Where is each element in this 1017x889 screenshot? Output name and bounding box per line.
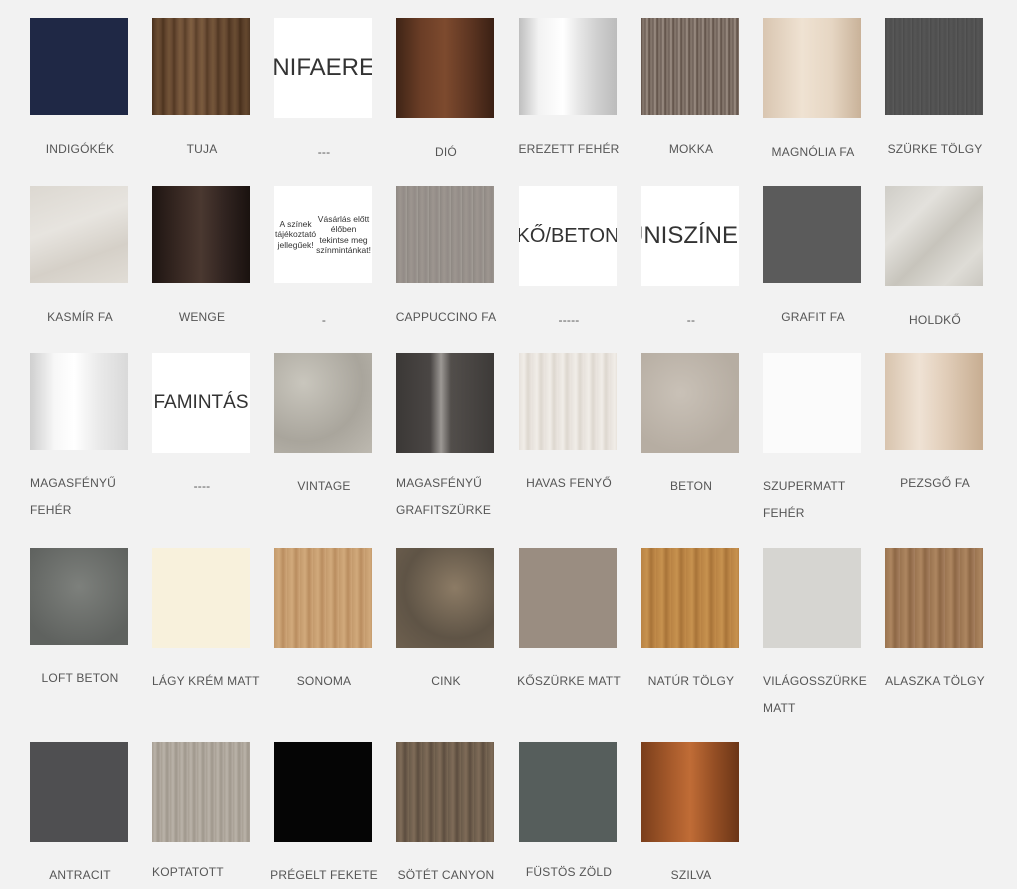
color-disclaimer-text: A színek tájékoztató jellegűek! Vásárlás … [274,186,372,283]
swatch-label: LOFT BETON [41,671,119,685]
swatch-label: KOPTATOTT [152,865,224,879]
swatch-tile-havas-fenyo[interactable] [519,353,617,450]
swatch-label: FÜSTÖS ZÖLD [525,865,613,879]
swatch-tile-antracit[interactable] [30,742,128,842]
swatch-tile-erezett-feher[interactable] [519,18,617,115]
swatch-label: SZUPERMATT FEHÉR [763,479,846,520]
swatch-tile-szilva[interactable] [641,742,739,842]
swatch-label: CAPPUCCINO FA [395,310,497,324]
swatch-text-line: UNI [274,53,297,81]
swatch-label: HAVAS FENYŐ [526,476,612,490]
swatch-tile-notice[interactable]: A színek tájékoztató jellegűek! Vásárlás … [274,186,372,283]
swatch-tile-magnolia-fa[interactable] [763,18,861,118]
swatch-label: LÁGY KRÉM MATT [152,674,260,688]
swatch-label: SONOMA [296,674,352,688]
disclaimer-line: Vásárlás előtt élőben tekintse meg színm… [316,214,371,255]
swatch-label: DIÓ [435,145,457,159]
swatch-tile-kasmir-fa[interactable] [30,186,128,283]
swatch-label: EREZETT FEHÉR [518,142,620,156]
swatch-tile-holdko[interactable] [885,186,983,286]
swatch-label: MAGASFÉNYŰ FEHÉR [30,476,117,517]
swatch-tile-pregelt-fekete[interactable] [274,742,372,842]
swatch-tile-szurke-tolgy[interactable] [885,18,983,115]
swatch-label: SZÜRKE TÖLGY [887,142,983,156]
swatch-label: KASMÍR FA [47,310,113,324]
swatch-label: ----- [558,313,580,327]
swatch-text: KŐ/BETON [519,186,617,286]
swatch-label: TUJA [186,142,218,156]
swatch-tile-tuja[interactable] [152,18,250,115]
swatch-label: ANTRACIT [49,868,111,882]
swatch-label: WENGE [178,310,226,324]
swatch-tile-natur-tolgy[interactable] [641,548,739,648]
swatch-tile-alaszka-tolgy[interactable] [885,548,983,648]
swatch-tile-dio[interactable] [396,18,494,118]
swatch-tile-cink[interactable] [396,548,494,648]
swatch-label: BETON [669,479,713,493]
swatch-label: MAGNÓLIA FA [771,145,855,159]
swatch-text-line: FAMINTÁS [153,391,249,413]
swatch-label: -- [686,313,696,327]
swatch-tile-uni-faeres[interactable]: UNIFAERES [274,18,372,118]
swatch-tile-lagy-krem-matt[interactable] [152,548,250,648]
swatch-text-line: UNI [641,221,668,249]
swatch-label: SÖTÉT CANYON [397,868,495,882]
swatch-label: --- [317,145,331,159]
swatch-tile-grafit-fa[interactable] [763,186,861,283]
swatch-label: GRAFIT FA [781,310,845,324]
swatch-tile-ko-beton[interactable]: KŐ/BETON [519,186,617,286]
swatch-label: SZILVA [670,868,712,882]
swatch-tile-szupermatt-feher[interactable] [763,353,861,453]
swatch-tile-uni-szinek[interactable]: UNISZÍNEK [641,186,739,286]
swatch-tile-magasfenyu-feher[interactable] [30,353,128,450]
swatch-label: NATÚR TÖLGY [647,674,735,688]
swatch-tile-fustos-zold[interactable] [519,742,617,842]
swatch-text-line: FAERES [296,53,372,81]
swatch-label: HOLDKŐ [909,313,961,327]
swatch-label: CINK [431,674,461,688]
swatch-tile-wenge[interactable] [152,186,250,283]
swatch-tile-beton[interactable] [641,353,739,453]
swatch-tile-cappuccino-fa[interactable] [396,186,494,283]
swatch-label: PRÉGELT FEKETE [270,868,378,882]
swatch-tile-loft-beton[interactable] [30,548,128,645]
swatch-text: UNIFAERES [274,18,372,118]
swatch-text: FAMINTÁS [152,353,250,453]
disclaimer-line: A színek tájékoztató jellegűek! [275,219,317,250]
swatch-label: MAGASFÉNYŰ GRAFITSZÜRKE [396,476,492,517]
swatch-label: MOKKA [668,142,714,156]
swatch-tile-sotet-canyon[interactable] [396,742,494,842]
swatch-tile-sonoma[interactable] [274,548,372,648]
swatch-tile-vilagosszurke-matt[interactable] [763,548,861,648]
swatch-label: PEZSGŐ FA [900,476,970,490]
swatch-label: ALASZKA TÖLGY [885,674,985,688]
swatch-label: ---- [193,479,211,493]
swatch-tile-pezsgo-fa[interactable] [885,353,983,450]
swatch-label: VINTAGE [297,479,351,493]
swatch-label: - [321,313,327,327]
swatch-label: INDIGÓKÉK [45,142,115,156]
swatch-label: KŐSZÜRKE MATT [517,674,621,688]
swatch-tile-vintage[interactable] [274,353,372,453]
swatch-tile-magasfenyu-grafitszurke[interactable] [396,353,494,453]
swatch-label: VILÁGOSSZÜRKE MATT [763,674,867,715]
swatch-tile-indigokek[interactable] [30,18,128,115]
swatch-tile-mokka[interactable] [641,18,739,115]
swatch-text-line: KŐ/BETON [519,225,617,247]
swatch-tile-koptatott[interactable] [152,742,250,842]
swatch-tile-famintas[interactable]: FAMINTÁS [152,353,250,453]
swatch-tile-koszurke-matt[interactable] [519,548,617,648]
swatch-text: UNISZÍNEK [641,186,739,286]
swatch-text-line: SZÍNEK [667,221,739,249]
